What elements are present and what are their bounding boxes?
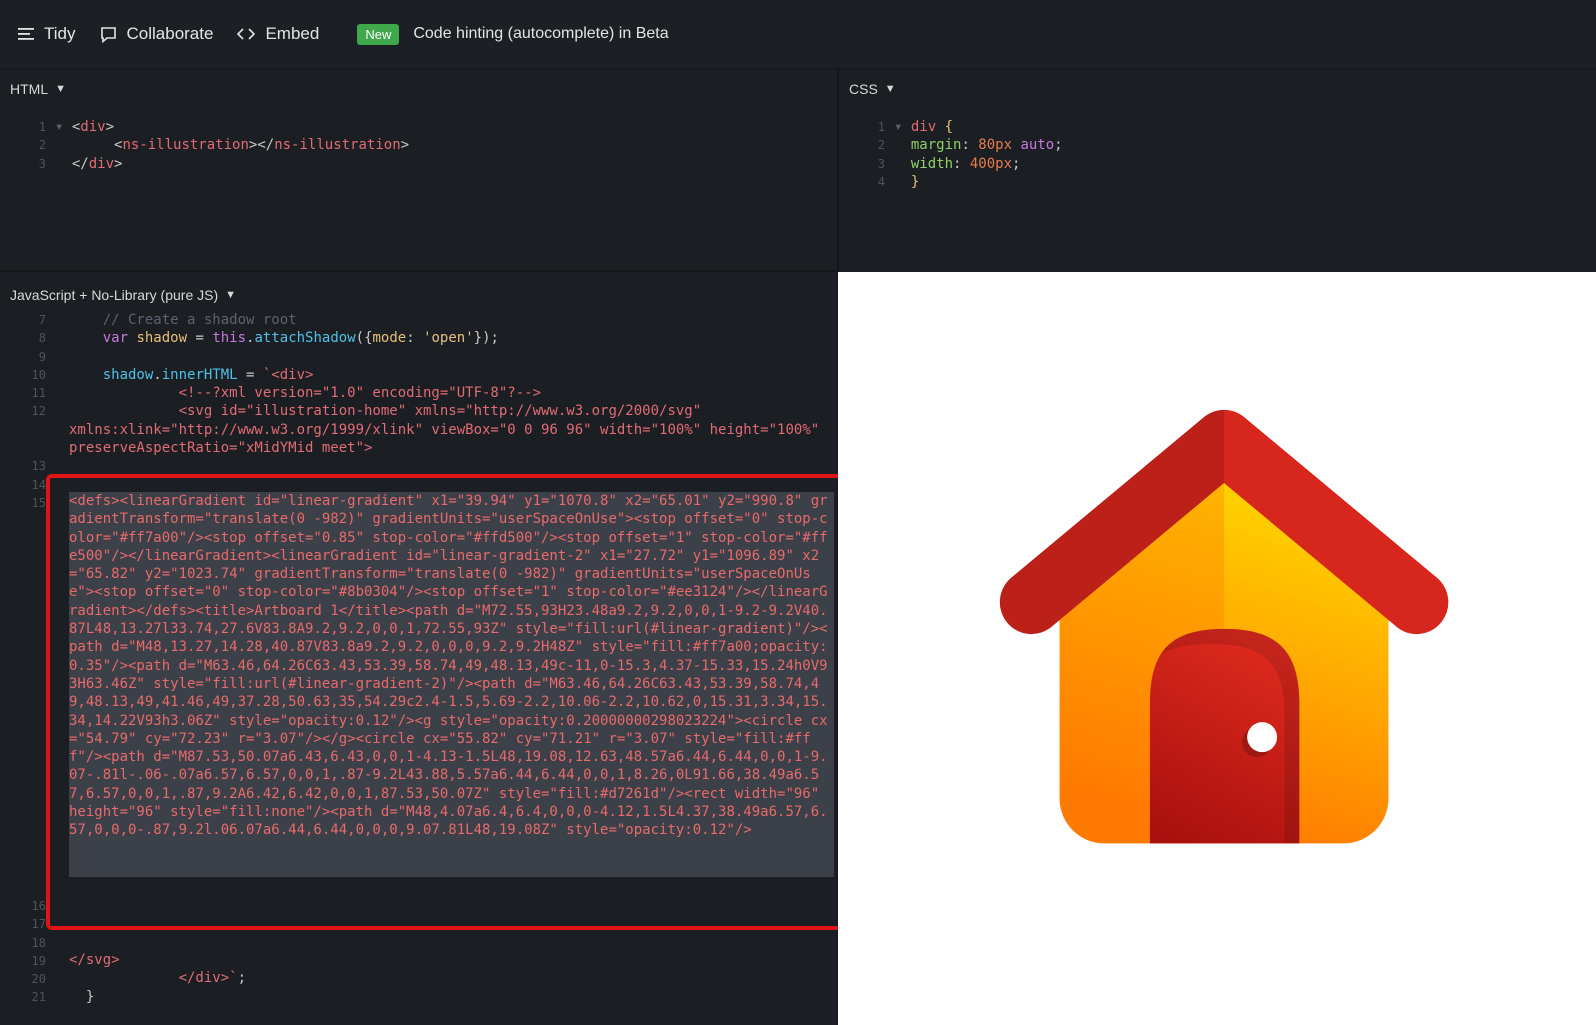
embed-button[interactable]: Embed	[237, 24, 319, 44]
html-code[interactable]: ▾ <div> <ns-illustration></ns-illustrati…	[55, 118, 409, 173]
html-panel: HTML ▼ 1 2 3 ▾ <div> <ns-illustration></…	[0, 69, 837, 270]
js-code-bottom[interactable]: </svg> </div>`; }	[69, 951, 246, 1006]
dropdown-triangle-icon: ▼	[225, 289, 237, 301]
css-code[interactable]: ▾ div { margin: 80px auto; width: 400px;…	[894, 118, 1063, 191]
new-badge: New	[357, 23, 400, 45]
html-panel-title: HTML	[10, 81, 49, 97]
annotation-highlight-box	[46, 474, 858, 930]
css-panel-header[interactable]: CSS ▼	[849, 81, 896, 97]
collaborate-button[interactable]: Collaborate	[100, 24, 214, 44]
js-line-numbers-bottom: 16 17 18 19 20 21	[31, 899, 46, 1005]
house-illustration	[999, 409, 1449, 844]
css-panel-title: CSS	[849, 81, 878, 97]
js-panel-title: JavaScript + No-Library (pure JS)	[10, 287, 219, 303]
door-knob	[1247, 722, 1278, 753]
code-brackets-icon	[237, 28, 256, 40]
html-panel-header[interactable]: HTML ▼	[10, 81, 66, 97]
embed-label: Embed	[265, 24, 320, 43]
js-panel-header[interactable]: JavaScript + No-Library (pure JS) ▼	[10, 287, 236, 303]
css-line-numbers: 1 2 3 4	[877, 120, 885, 189]
html-line-numbers: 1 2 3	[38, 120, 46, 171]
result-preview	[838, 272, 1596, 1025]
css-panel: CSS ▼ 1 2 3 4 ▾ div { margin: 80px auto;…	[839, 69, 1596, 272]
toolbar: Tidy Collaborate Embed New Code hinting …	[0, 0, 1596, 69]
tidy-label: Tidy	[44, 24, 76, 43]
dropdown-triangle-icon: ▼	[55, 83, 67, 95]
js-code-top[interactable]: // Create a shadow root var shadow = thi…	[69, 311, 819, 457]
tidy-icon	[18, 28, 34, 40]
js-line-numbers-top: 7 8 9 10 11 12 13 14 15	[31, 313, 46, 510]
chat-bubble-icon	[100, 26, 116, 43]
collaborate-label: Collaborate	[126, 24, 214, 43]
beta-announcement[interactable]: Code hinting (autocomplete) in Beta	[413, 25, 668, 43]
tidy-button[interactable]: Tidy	[18, 24, 76, 44]
dropdown-triangle-icon: ▼	[884, 83, 896, 95]
